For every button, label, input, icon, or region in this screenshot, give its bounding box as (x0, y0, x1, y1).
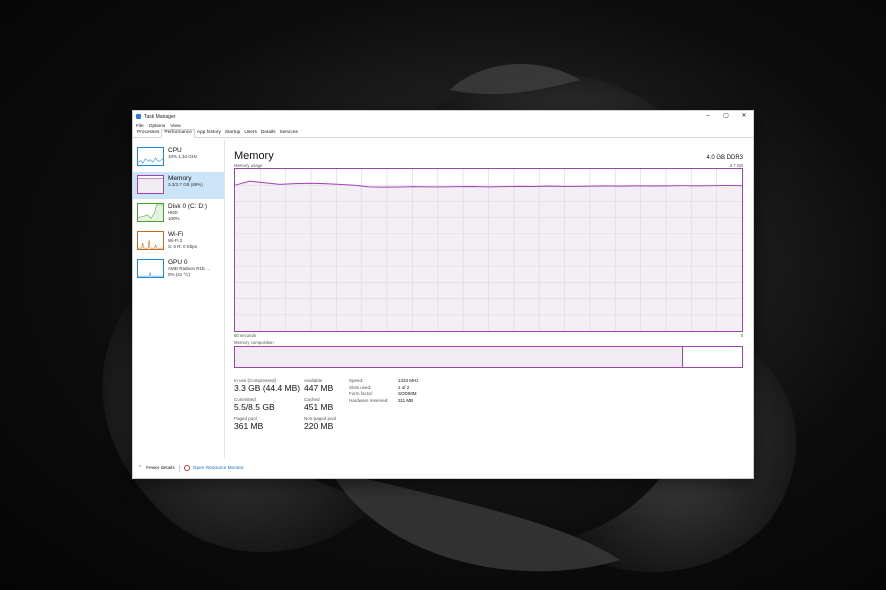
sidebar-item-gpu[interactable]: GPU 0 AMD Radeon R1E ... 0% (41 °C) (133, 256, 224, 283)
close-button[interactable]: ✕ (735, 111, 753, 122)
menu-bar: File Options View (133, 122, 753, 130)
memory-panel: Memory 4.0 GB DDR3 Memory usage 3.7 GB 6… (234, 140, 743, 458)
gpu-thumbnail-graph (137, 259, 164, 278)
memory-capacity: 4.0 GB DDR3 (706, 155, 743, 161)
non-paged-pool-value: 220 MB (304, 421, 334, 431)
memory-thumbnail-graph (137, 175, 164, 194)
sidebar-cpu-name: CPU (168, 147, 182, 154)
title-bar[interactable]: Task Manager – ▢ ✕ (133, 111, 753, 122)
tab-performance[interactable]: Performance (161, 129, 195, 138)
memory-usage-graph (234, 168, 743, 332)
wifi-thumbnail-graph (137, 231, 164, 250)
time-axis-end: 0 (740, 333, 743, 338)
menu-view[interactable]: View (170, 124, 180, 129)
footer-divider (178, 464, 180, 472)
task-manager-window: Task Manager – ▢ ✕ File Options View Pro… (132, 110, 754, 479)
sidebar-disk-name: Disk 0 (C: D:) (168, 203, 207, 210)
composition-free-segment (683, 347, 742, 367)
sidebar-item-wifi[interactable]: Wi-Fi Wi-Fi 2 S: 0 R: 0 Kbps (133, 228, 224, 255)
sidebar-gpu-name: GPU 0 (168, 259, 188, 266)
page-title: Memory (234, 150, 274, 162)
resource-sidebar: CPU 10% 1.34 GHz Memory 3.3/3.7 GB (89%) (133, 140, 225, 458)
sidebar-disk-usage: 100% (168, 215, 180, 221)
time-axis-label: 60 seconds (234, 333, 256, 338)
sidebar-item-memory[interactable]: Memory 3.3/3.7 GB (89%) (133, 172, 224, 199)
resource-monitor-icon[interactable] (183, 465, 190, 471)
memory-composition-bar (234, 346, 743, 368)
tab-users[interactable]: Users (242, 130, 259, 137)
memory-usage-chart (235, 169, 742, 331)
minimize-button[interactable]: – (699, 111, 717, 122)
sidebar-wifi-name: Wi-Fi (168, 231, 184, 238)
in-use-value: 3.3 GB (44.4 MB) (234, 383, 301, 393)
window-controls: – ▢ ✕ (699, 111, 753, 122)
sidebar-wifi-throughput: S: 0 R: 0 Kbps (168, 243, 198, 249)
task-manager-icon (136, 114, 141, 119)
menu-options[interactable]: Options (149, 124, 166, 129)
disk-thumbnail-graph (137, 203, 164, 222)
sidebar-memory-name: Memory (168, 175, 192, 182)
cpu-thumbnail-graph (137, 147, 164, 166)
fewer-details-link[interactable]: Fewer details (146, 466, 175, 471)
paged-pool-value: 361 MB (234, 421, 264, 431)
sidebar-memory-usage: 3.3/3.7 GB (89%) (168, 182, 203, 187)
slots-used-label: Slots used: (349, 384, 372, 390)
open-resource-monitor-link[interactable]: Open Resource Monitor (193, 466, 244, 471)
sidebar-cpu-usage: 10% 1.34 GHz (168, 154, 198, 159)
slots-used-value: 1 of 2 (398, 384, 410, 390)
available-value: 447 MB (304, 383, 334, 393)
speed-label: Speed: (349, 378, 364, 383)
hardware-details: Speed: 1333 MHz Slots used: 1 of 2 Form fa… (349, 378, 419, 435)
window-title: Task Manager (144, 113, 176, 120)
cached-value: 451 MB (304, 402, 334, 412)
tab-services[interactable]: Services (278, 130, 300, 137)
footer-bar: ⌃ Fewer details Open Resource Monitor (133, 458, 753, 478)
menu-file[interactable]: File (136, 124, 144, 129)
tab-strip: Processes Performance App history Startu… (133, 129, 753, 138)
committed-value: 5.5/8.5 GB (234, 402, 275, 412)
tab-processes[interactable]: Processes (135, 130, 161, 137)
maximize-button[interactable]: ▢ (717, 111, 735, 122)
chevron-up-icon[interactable]: ⌃ (138, 465, 142, 471)
sidebar-item-disk[interactable]: Disk 0 (C: D:) HDD 100% (133, 200, 224, 227)
tab-details[interactable]: Details (259, 130, 278, 137)
form-factor-value: SODIMM (398, 391, 417, 396)
hardware-reserved-value: 311 MB (398, 397, 414, 403)
sidebar-gpu-usage: 0% (41 °C) (168, 271, 191, 277)
tab-app-history[interactable]: App history (195, 130, 223, 137)
tab-startup[interactable]: Startup (223, 130, 242, 137)
form-factor-label: Form factor: (349, 391, 374, 396)
memory-stats: In use (Compressed) 3.3 GB (44.4 MB) Comm… (234, 378, 743, 435)
composition-in-use-segment (235, 347, 684, 367)
sidebar-item-cpu[interactable]: CPU 10% 1.34 GHz (133, 144, 224, 171)
hardware-reserved-label: Hardware reserved: (349, 397, 389, 403)
speed-value: 1333 MHz (398, 378, 419, 383)
